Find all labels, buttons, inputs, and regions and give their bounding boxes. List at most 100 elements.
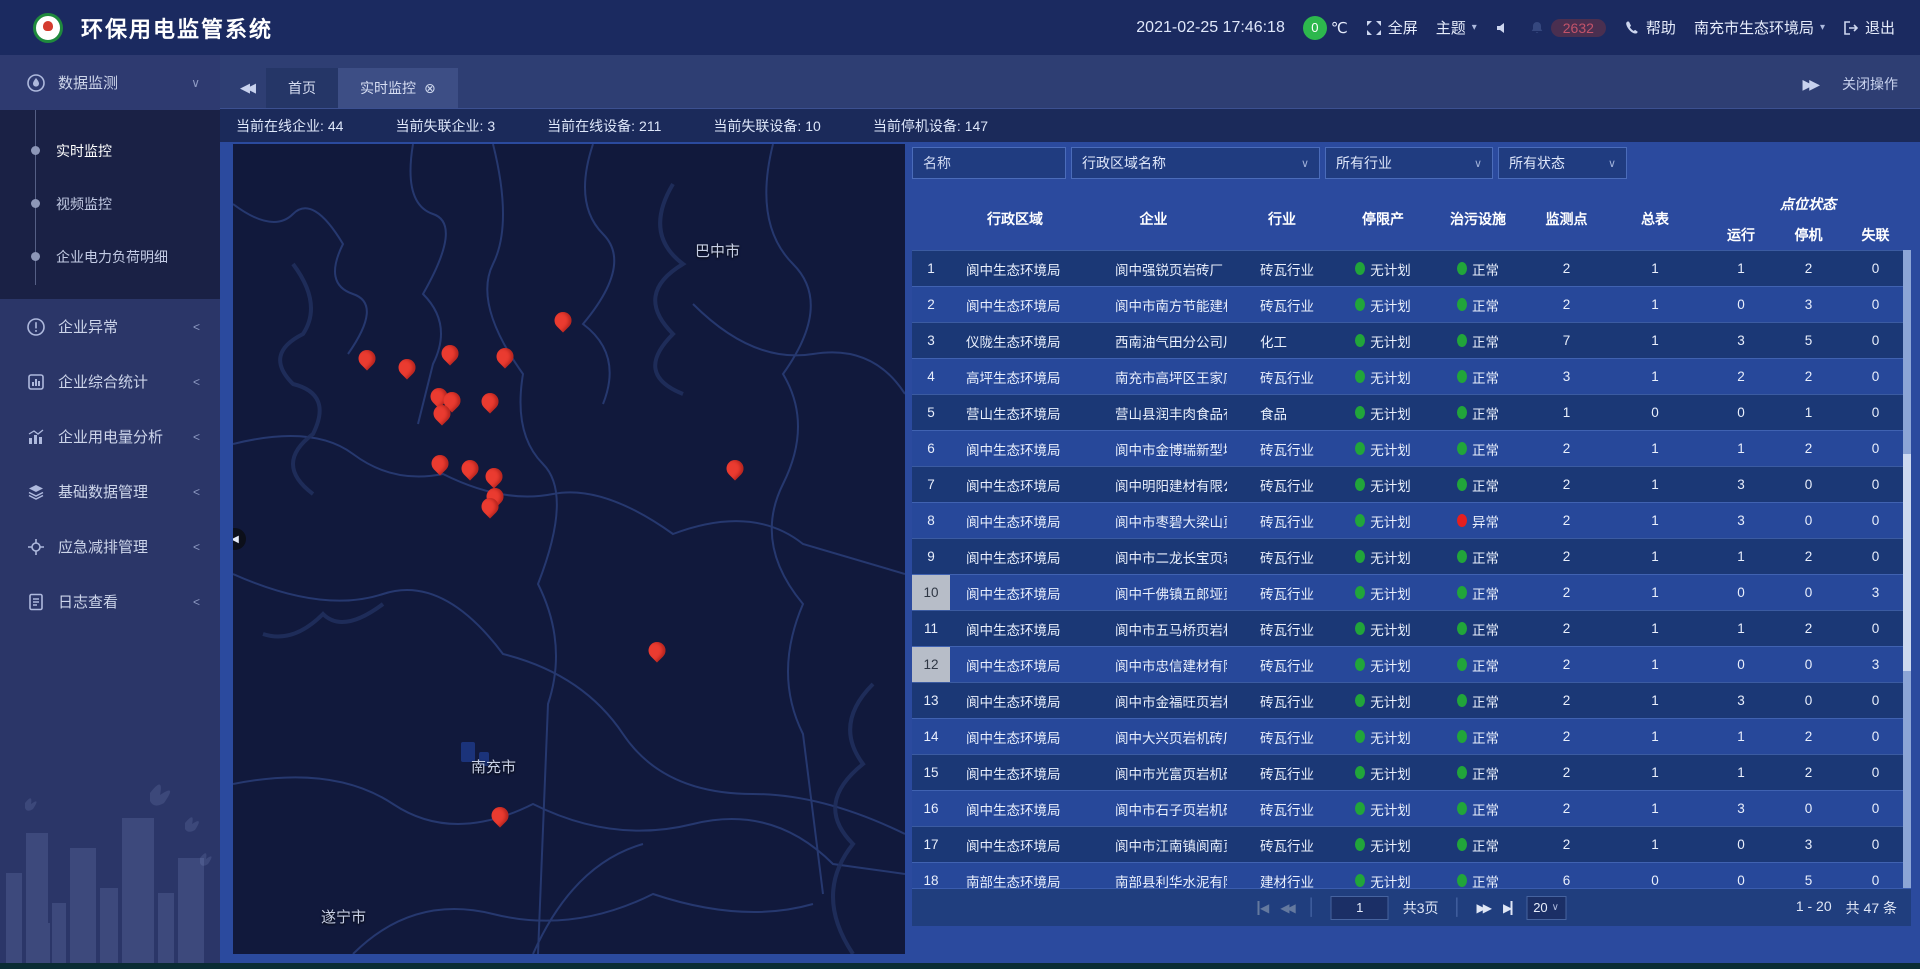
table-row[interactable]: 5营山生态环境局营山县润丰肉食品有限食品无计划正常10010: [912, 394, 1911, 430]
table-row[interactable]: 9阆中生态环境局阆中市二龙长宝页岩砖砖瓦行业无计划正常21120: [912, 538, 1911, 574]
fullscreen-button[interactable]: 全屏: [1366, 17, 1418, 38]
logout-button[interactable]: 退出: [1843, 17, 1895, 38]
status-text: 无计划: [1370, 547, 1411, 567]
tab-首页[interactable]: 首页: [266, 68, 338, 108]
table-row[interactable]: 3仪陇生态环境局西南油气田分公司川中化工无计划正常71350: [912, 322, 1911, 358]
stats-bar: 当前在线企业:44当前失联企业:3当前在线设备:211当前失联设备:10当前停机…: [220, 109, 1920, 142]
table-row[interactable]: 12阆中生态环境局阆中市忠信建材有限公砖瓦行业无计划正常21003: [912, 646, 1911, 682]
table-row[interactable]: 6阆中生态环境局阆中市金博瑞新型墙材砖瓦行业无计划正常21120: [912, 430, 1911, 466]
map-panel[interactable]: 巴中市南充市遂宁市 ◀: [233, 144, 905, 954]
cell-monitor-points: 2: [1527, 467, 1606, 502]
prev-page-button[interactable]: ◀◀: [1280, 901, 1292, 915]
cell-production-limit: 无计划: [1337, 395, 1429, 430]
cell-industry: 砖瓦行业: [1227, 719, 1337, 754]
table-scrollbar[interactable]: [1903, 250, 1911, 888]
col-stopped: 停机: [1778, 219, 1839, 250]
stat-1: 当前失联企业:3: [395, 116, 495, 136]
next-page-button[interactable]: ▶▶: [1477, 901, 1489, 915]
table-row[interactable]: 18南部生态环境局南部县利华水泥有限公建材行业无计划正常60050: [912, 862, 1911, 888]
tabs-scroll-right-icon[interactable]: ▶▶: [1802, 76, 1816, 93]
cell-offline: 3: [1839, 647, 1911, 682]
stat-value: 3: [487, 118, 495, 134]
sidebar-item-0-1[interactable]: 视频监控: [0, 177, 220, 230]
gauge-icon: [26, 73, 46, 93]
status-text: 无计划: [1370, 871, 1411, 889]
cell-region: 阆中生态环境局: [950, 827, 1080, 862]
table-row[interactable]: 15阆中生态环境局阆中市光富页岩机砖厂砖瓦行业无计划正常21120: [912, 754, 1911, 790]
table-row[interactable]: 4高坪生态环境局南充市高坪区王家店建砖瓦行业无计划正常31220: [912, 358, 1911, 394]
cell-running: 0: [1704, 575, 1778, 610]
cell-production-limit: 无计划: [1337, 359, 1429, 394]
sidebar-group-1[interactable]: 企业异常<: [0, 299, 220, 354]
table-row[interactable]: 16阆中生态环境局阆中市石子页岩机砖厂砖瓦行业无计划正常21300: [912, 790, 1911, 826]
sidebar-item-0-2[interactable]: 企业电力负荷明细: [0, 230, 220, 283]
table-row[interactable]: 13阆中生态环境局阆中市金福旺页岩机砖砖瓦行业无计划正常21300: [912, 682, 1911, 718]
status-dot-green: [1457, 262, 1467, 275]
page-size-select[interactable]: 20∨: [1526, 896, 1566, 920]
scrollbar-thumb[interactable]: [1903, 454, 1911, 671]
status-dot-green: [1457, 442, 1467, 455]
chevron-down-icon: ∨: [191, 76, 200, 90]
cell-industry: 砖瓦行业: [1227, 359, 1337, 394]
table-row[interactable]: 17阆中生态环境局阆中市江南镇阆南页岩砖瓦行业无计划正常21030: [912, 826, 1911, 862]
cell-industry: 砖瓦行业: [1227, 539, 1337, 574]
cell-pollution-facility: 正常: [1429, 323, 1527, 358]
page-number-input[interactable]: [1331, 896, 1389, 920]
sidebar-item-0-0[interactable]: 实时监控: [0, 124, 220, 177]
sidebar-submenu: 实时监控视频监控企业电力负荷明细: [0, 110, 220, 299]
notifications[interactable]: 2632: [1529, 19, 1606, 37]
bullet-icon: [31, 146, 40, 155]
tab-实时监控[interactable]: 实时监控⊗: [338, 68, 458, 108]
chevron-down-icon: ∨: [1552, 902, 1559, 913]
mute-button[interactable]: [1495, 20, 1511, 36]
cell-monitor-points: 2: [1527, 575, 1606, 610]
status-dot-green: [1355, 658, 1365, 671]
table-row[interactable]: 2阆中生态环境局阆中市南方节能建材有砖瓦行业无计划正常21030: [912, 286, 1911, 322]
cell-offline: 0: [1839, 863, 1911, 888]
sidebar-group-2[interactable]: 企业综合统计<: [0, 354, 220, 409]
row-number: 11: [916, 615, 946, 643]
region-filter-select[interactable]: 行政区域名称∨: [1071, 147, 1320, 179]
tab-close-icon[interactable]: ⊗: [424, 80, 436, 97]
cell-stopped: 2: [1778, 611, 1839, 646]
sidebar-group-4[interactable]: 基础数据管理<: [0, 464, 220, 519]
cell-industry: 化工: [1227, 323, 1337, 358]
status-text: 无计划: [1370, 367, 1411, 387]
table-row[interactable]: 8阆中生态环境局阆中市枣碧大梁山页岩砖瓦行业无计划异常21300: [912, 502, 1911, 538]
cell-monitor-points: 2: [1527, 683, 1606, 718]
table-row[interactable]: 1阆中生态环境局阆中强锐页岩砖厂砖瓦行业无计划正常21120: [912, 250, 1911, 286]
sidebar-group-3[interactable]: 企业用电量分析<: [0, 409, 220, 464]
org-dropdown[interactable]: 南充市生态环境局▾: [1694, 17, 1825, 38]
name-filter-input[interactable]: [912, 147, 1066, 179]
sidebar-item-label: 企业电力负荷明细: [56, 247, 168, 267]
tabs-scroll-left-icon[interactable]: ◀◀: [240, 80, 252, 96]
status-dot-green: [1355, 442, 1365, 455]
table-row[interactable]: 7阆中生态环境局阆中明阳建材有限公司砖瓦行业无计划正常21300: [912, 466, 1911, 502]
cell-offline: 0: [1839, 503, 1911, 538]
help-button[interactable]: 帮助: [1624, 17, 1676, 38]
sidebar-group-0[interactable]: 数据监测∨: [0, 55, 220, 110]
cell-running: 3: [1704, 503, 1778, 538]
cell-region: 阆中生态环境局: [950, 251, 1080, 286]
bar-chart-icon: [26, 427, 46, 447]
cell-pollution-facility: 正常: [1429, 827, 1527, 862]
status-text: 正常: [1472, 871, 1499, 889]
sidebar-group-5[interactable]: 应急减排管理<: [0, 519, 220, 574]
cell-monitor-points: 1: [1527, 395, 1606, 430]
table-row[interactable]: 11阆中生态环境局阆中市五马桥页岩机砖砖瓦行业无计划正常21120: [912, 610, 1911, 646]
table-row[interactable]: 14阆中生态环境局阆中大兴页岩机砖厂砖瓦行业无计划正常21120: [912, 718, 1911, 754]
close-operations-button[interactable]: 关闭操作: [1842, 74, 1898, 94]
cell-pollution-facility: 正常: [1429, 287, 1527, 322]
cell-stopped: 2: [1778, 719, 1839, 754]
row-number-cell: 2: [912, 287, 950, 322]
cell-running: 1: [1704, 611, 1778, 646]
cell-company: 阆中强锐页岩砖厂: [1080, 251, 1227, 286]
last-page-button[interactable]: ▶: [1503, 901, 1512, 915]
status-filter-select[interactable]: 所有状态∨: [1498, 147, 1627, 179]
table-row[interactable]: 10阆中生态环境局阆中千佛镇五郎垭页岩砖瓦行业无计划正常21003: [912, 574, 1911, 610]
stat-value: 211: [639, 118, 661, 134]
theme-dropdown[interactable]: 主题▾: [1436, 17, 1477, 38]
first-page-button[interactable]: ◀: [1257, 901, 1266, 915]
industry-filter-select[interactable]: 所有行业∨: [1325, 147, 1493, 179]
sidebar-group-6[interactable]: 日志查看<: [0, 574, 220, 629]
